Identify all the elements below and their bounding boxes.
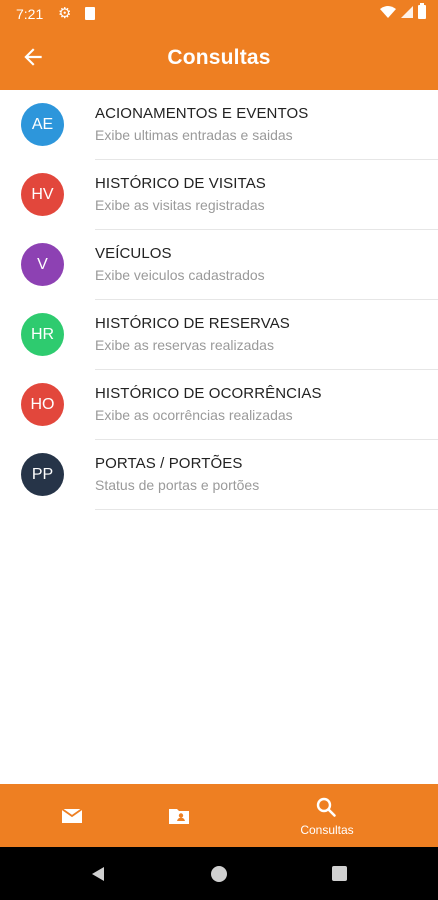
- item-title: HISTÓRICO DE OCORRÊNCIAS: [95, 385, 322, 402]
- item-title: HISTÓRICO DE VISITAS: [95, 175, 266, 192]
- system-home-icon[interactable]: [211, 866, 227, 882]
- nav-item-mail[interactable]: [0, 784, 146, 847]
- item-title: HISTÓRICO DE RESERVAS: [95, 315, 290, 332]
- list-item-veiculos[interactable]: V VEÍCULOS Exibe veiculos cadastrados: [0, 230, 438, 300]
- avatar: AE: [21, 103, 64, 146]
- system-back-icon[interactable]: [90, 866, 106, 882]
- item-subtitle: Exibe veiculos cadastrados: [95, 267, 265, 283]
- battery-icon: [418, 3, 426, 19]
- avatar: HR: [21, 313, 64, 356]
- item-subtitle: Exibe as reservas realizadas: [95, 337, 274, 353]
- system-recents-icon[interactable]: [332, 866, 347, 881]
- item-subtitle: Exibe as ocorrências realizadas: [95, 407, 293, 423]
- list-item-historico-reservas[interactable]: HR HISTÓRICO DE RESERVAS Exibe as reserv…: [0, 300, 438, 370]
- item-title: ACIONAMENTOS E EVENTOS: [95, 105, 309, 122]
- contact-folder-icon: [169, 809, 189, 824]
- list-item-acionamentos[interactable]: AE ACIONAMENTOS E EVENTOS Exibe ultimas …: [0, 90, 438, 160]
- item-subtitle: Status de portas e portões: [95, 477, 260, 493]
- app-bar: Consultas: [0, 28, 438, 90]
- nav-item-consultas[interactable]: Consultas: [254, 784, 400, 847]
- avatar: PP: [21, 453, 64, 496]
- sd-card-icon: [85, 7, 95, 20]
- signal-icon: [401, 6, 413, 18]
- mail-icon: [61, 808, 83, 823]
- item-title: VEÍCULOS: [95, 245, 172, 262]
- system-navigation-bar: [0, 847, 438, 900]
- search-icon: [316, 797, 336, 817]
- page-title: Consultas: [167, 46, 271, 69]
- settings-gear-icon: ⚙: [58, 5, 72, 22]
- list-item-portas-portoes[interactable]: PP PORTAS / PORTÕES Status de portas e p…: [0, 440, 438, 510]
- item-subtitle: Exibe as visitas registradas: [95, 197, 265, 213]
- item-title: PORTAS / PORTÕES: [95, 455, 243, 472]
- list-item-historico-ocorrencias[interactable]: HO HISTÓRICO DE OCORRÊNCIAS Exibe as oco…: [0, 370, 438, 440]
- list-item-historico-visitas[interactable]: HV HISTÓRICO DE VISITAS Exibe as visitas…: [0, 160, 438, 230]
- status-icons: [380, 3, 426, 19]
- consultas-list: AE ACIONAMENTOS E EVENTOS Exibe ultimas …: [0, 90, 438, 510]
- avatar: HO: [21, 383, 64, 426]
- status-bar: 7:21 ⚙: [0, 0, 438, 28]
- nav-label-consultas: Consultas: [300, 823, 354, 837]
- status-time: 7:21: [16, 6, 44, 22]
- avatar: V: [21, 243, 64, 286]
- item-subtitle: Exibe ultimas entradas e saidas: [95, 127, 293, 143]
- avatar: HV: [21, 173, 64, 216]
- divider: [95, 509, 438, 510]
- bottom-navigation: Consultas: [0, 784, 438, 847]
- wifi-icon: [380, 6, 396, 18]
